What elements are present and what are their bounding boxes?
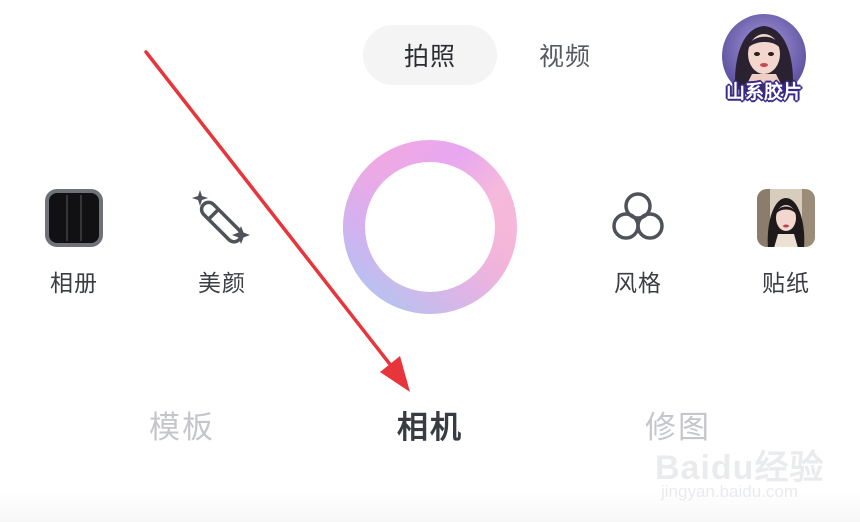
tab-template[interactable]: 模板 xyxy=(112,400,252,456)
style-label: 风格 xyxy=(614,271,662,297)
filter-caption: 山系胶片 xyxy=(725,81,802,103)
sticker-tool[interactable]: 贴纸 xyxy=(731,188,841,298)
camera-screen: 拍照 视频 山系胶片 相册 美颜 风格 贴纸 模板 相机 修图 Baidu经验 … xyxy=(0,0,860,522)
magic-wand-icon xyxy=(192,188,252,248)
mode-video-tab[interactable]: 视频 xyxy=(500,25,630,85)
album-icon xyxy=(44,188,104,248)
tab-camera[interactable]: 相机 xyxy=(360,400,500,456)
watermark: Baidu经验 jingyan.baidu.com xyxy=(655,440,825,510)
beauty-tool[interactable]: 美颜 xyxy=(167,188,277,298)
beauty-label: 美颜 xyxy=(198,271,246,297)
sticker-label: 贴纸 xyxy=(762,271,810,297)
album-label: 相册 xyxy=(50,271,98,297)
sticker-thumbnail-icon xyxy=(756,188,816,248)
watermark-url: jingyan.baidu.com xyxy=(661,482,799,501)
shutter-button[interactable] xyxy=(343,140,517,314)
three-circles-icon xyxy=(608,188,668,248)
album-tool[interactable]: 相册 xyxy=(19,188,129,298)
mode-photo-tab[interactable]: 拍照 xyxy=(363,25,497,85)
style-tool[interactable]: 风格 xyxy=(583,188,693,298)
